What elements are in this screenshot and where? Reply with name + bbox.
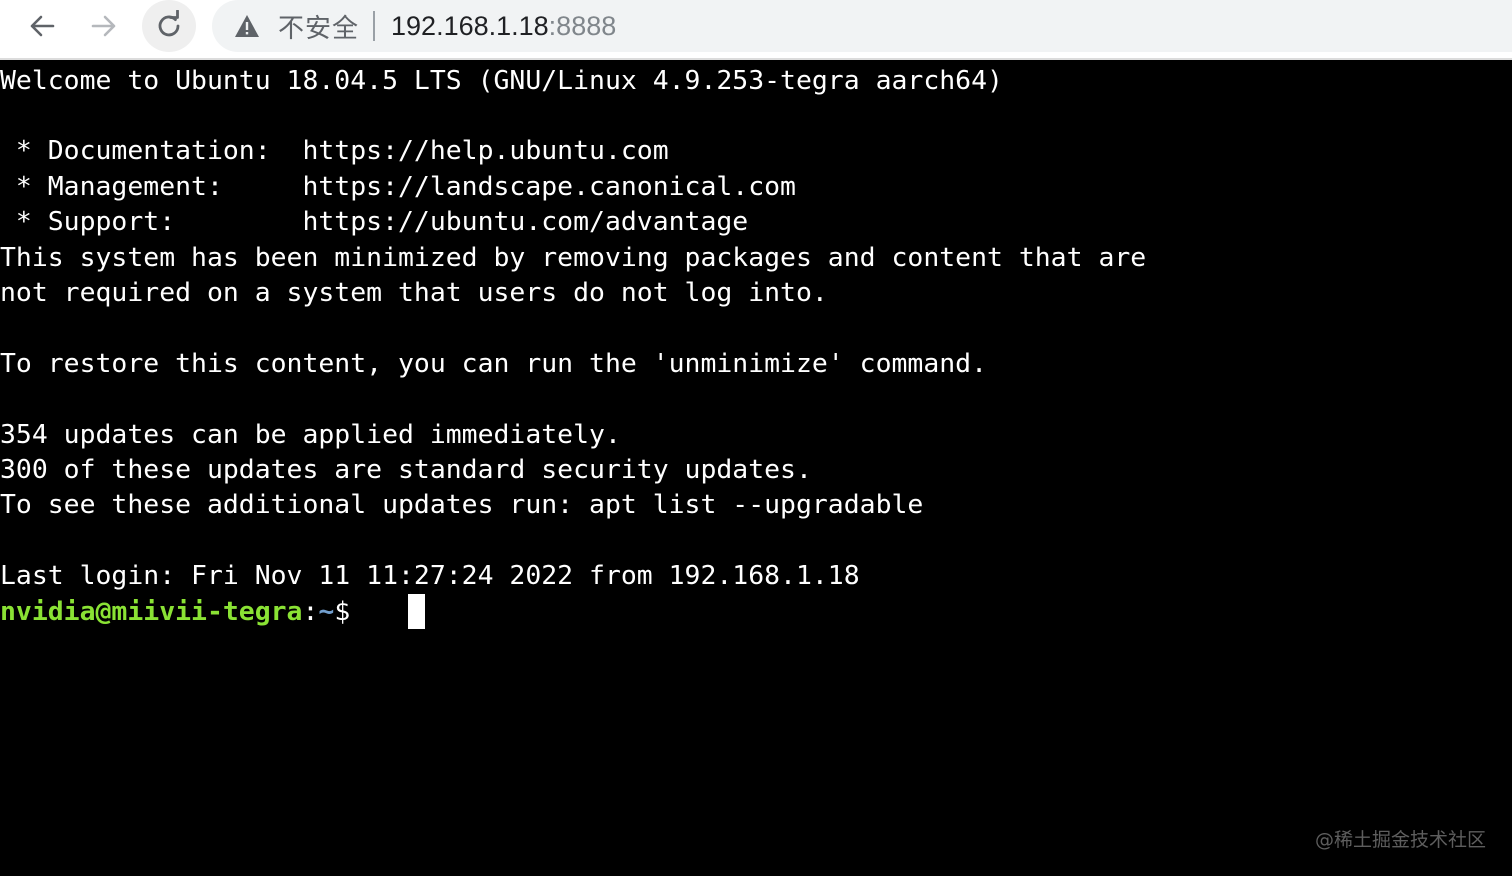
terminal-line: * Support: https://ubuntu.com/advantage [0,207,749,237]
reload-button[interactable] [142,0,196,52]
url-host: 192.168.1.18 [391,10,549,41]
terminal-window[interactable]: Welcome to Ubuntu 18.04.5 LTS (GNU/Linux… [0,62,1512,876]
security-label: 不安全 [278,12,360,43]
terminal-line: Welcome to Ubuntu 18.04.5 LTS (GNU/Linux… [0,66,1003,96]
forward-button[interactable] [78,4,130,48]
omnibox-divider [373,11,376,41]
terminal-line: not required on a system that users do n… [0,278,828,308]
terminal-line: To restore this content, you can run the… [0,349,988,379]
shell-prompt: nvidia@miivii-tegra:~$ [0,594,366,630]
terminal-line: Last login: Fri Nov 11 11:27:24 2022 fro… [0,561,860,591]
prompt-colon: : [302,597,319,627]
prompt-symbol: $ [334,597,367,627]
reload-icon [153,10,185,42]
browser-toolbar: 不安全 192.168.1.18 :8888 [0,0,1512,60]
security-indicator[interactable]: 不安全 [212,0,359,52]
terminal-line: To see these additional updates run: apt… [0,490,924,520]
terminal-line: This system has been minimized by removi… [0,243,1147,273]
terminal-line: * Management: https://landscape.canonica… [0,172,796,202]
back-arrow-icon [27,11,57,41]
back-button[interactable] [16,4,68,48]
watermark: @稀土掘金技术社区 [1314,829,1486,851]
terminal-line: * Documentation: https://help.ubuntu.com [0,136,669,166]
url-port: :8888 [548,10,617,41]
forward-arrow-icon [89,11,119,41]
address-bar[interactable]: 不安全 192.168.1.18 :8888 [212,0,1512,52]
terminal-cursor [408,594,425,629]
terminal-line: 300 of these updates are standard securi… [0,455,812,485]
prompt-path: ~ [318,597,335,627]
prompt-user-host: nvidia@miivii-tegra [0,597,303,627]
terminal-line: 354 updates can be applied immediately. [0,420,621,450]
warning-triangle-icon [234,14,260,38]
